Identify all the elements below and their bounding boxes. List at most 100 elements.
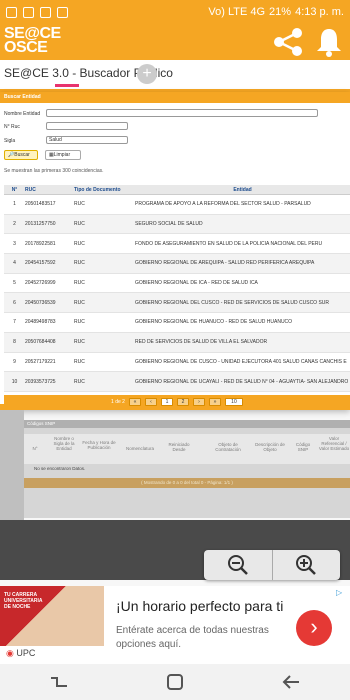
prev-page-button[interactable]: ‹ [144, 398, 157, 406]
ad-brand: ◉ UPC [6, 648, 35, 659]
table-row[interactable]: 4 20454157592 RUC GOBIERNO REGIONAL DE AREQ… [4, 254, 350, 274]
page-2-button[interactable]: 2 [176, 398, 189, 406]
row-tipo-doc: RUC [74, 280, 85, 287]
snip-section-title: Códigos SNIP [24, 420, 350, 428]
row-tipo-doc: RUC [74, 201, 85, 208]
seace-logo: SE@CE OSCE [4, 26, 61, 56]
zoom-controls [204, 550, 340, 580]
table-row[interactable]: 5 20452726999 RUC GOBIERNO REGIONAL DE ICA … [4, 274, 350, 294]
row-num: 3 [13, 240, 16, 247]
table-row[interactable]: 7 20489498783 RUC GOBIERNO REGIONAL DE HUAN… [4, 313, 350, 333]
row-entidad: GOBIERNO REGIONAL DE UCAYALI - RED DE SA… [135, 378, 349, 385]
no-data-text: No se encontraron Datos. [34, 466, 86, 471]
row-num: 9 [13, 358, 16, 365]
snip-col: Valor Referencial / Valor Estimado [318, 436, 350, 451]
row-entidad: SEGURO SOCIAL DE SALUD [135, 221, 203, 228]
clock: 4:13 p. m. [295, 6, 344, 18]
sigla-label: Sigla [4, 138, 16, 144]
last-page-button[interactable]: » [208, 398, 221, 406]
row-ruc: 20454157592 [25, 260, 56, 267]
snip-col: Descripción de Objeto [255, 442, 285, 452]
table-row[interactable]: 1 20501483517 RUC PROGRAMA DE APOYO A LA RE… [4, 195, 350, 215]
ad-brand-label: UPC [16, 648, 36, 658]
snip-col: Reiniciado Desde [168, 442, 190, 452]
notification-icon [23, 6, 34, 18]
share-icon[interactable] [272, 27, 304, 57]
row-ruc: 20501483517 [25, 201, 56, 208]
row-num: 1 [13, 201, 16, 208]
nombre-entidad-label: Nombre Entidad [4, 111, 41, 117]
snip-col: Fecha y Hora de Publicación [82, 440, 116, 450]
page-1-button[interactable]: 1 [160, 398, 173, 406]
zoom-out-icon [227, 555, 248, 575]
row-tipo-doc: RUC [74, 378, 85, 385]
add-tab-button[interactable]: + [137, 64, 157, 84]
row-entidad: GOBIERNO REGIONAL DE HUANUCO - RED DE SA… [135, 319, 293, 326]
row-ruc: 20527179221 [25, 358, 56, 365]
row-tipo-doc: RUC [74, 358, 85, 365]
snip-table-header: N° Nombre o Sigla de la Entidad Fecha y … [24, 434, 350, 464]
limpiar-label: Limpiar [53, 152, 71, 158]
table-header: N° RUC Tipo de Documento Entidad [4, 185, 350, 195]
results-count-text: Se muestran las primeras 300 coincidenci… [4, 168, 104, 174]
back-icon[interactable] [281, 674, 301, 690]
battery-level: 21% [269, 6, 292, 18]
android-nav-bar [0, 664, 350, 700]
table-row[interactable]: 2 20131257750 RUC SEGURO SOCIAL DE SALUD [4, 214, 350, 235]
notification-icon [40, 6, 51, 18]
sigla-input[interactable] [46, 136, 128, 144]
limpiar-button[interactable]: ▦Limpiar [45, 150, 81, 160]
row-ruc: 20450736539 [25, 299, 56, 306]
buscar-button[interactable]: 🔎Buscar [4, 150, 38, 160]
row-entidad: FONDO DE ASEGURAMIENTO EN SALUD DE LA PO… [135, 240, 323, 247]
bell-icon[interactable] [315, 27, 343, 57]
modal-title: Buscar Entidad [0, 92, 350, 103]
zoom-out-button[interactable] [204, 550, 273, 580]
recent-apps-icon[interactable] [49, 674, 69, 690]
row-entidad: PROGRAMA DE APOYO A LA REFORMA DEL SECTO… [135, 201, 311, 208]
search-form: Nombre Entidad N° Ruc Sigla 🔎Buscar ▦Lim… [0, 103, 350, 167]
snip-col: Objeto de Contratación [215, 442, 241, 452]
first-page-button[interactable]: « [128, 398, 141, 406]
ad-info-icon[interactable]: ▷ [336, 588, 342, 597]
row-tipo-doc: RUC [74, 240, 85, 247]
nombre-entidad-input[interactable] [46, 109, 318, 117]
row-entidad: RED DE SERVICIOS DE SALUD DE VILLA EL SA… [135, 339, 268, 346]
ad-image-text: TU CARRERA UNIVERSITARIA DE NOCHE [4, 592, 43, 610]
table-row[interactable]: 8 20507684408 RUC RED DE SERVICIOS DE SALUD… [4, 332, 350, 353]
ruc-input[interactable] [46, 122, 128, 130]
col-header-ruc: RUC [25, 186, 36, 193]
background-strip [0, 410, 24, 520]
col-header-num: N° [11, 186, 18, 193]
row-num: 8 [13, 339, 16, 346]
row-entidad: GOBIERNO REGIONAL DE CUSCO - UNIDAD EJEC… [135, 358, 347, 365]
table-row[interactable]: 6 20450736539 RUC GOBIERNO REGIONAL DEL CUS… [4, 293, 350, 314]
row-ruc: 20489498783 [25, 319, 56, 326]
home-icon[interactable] [166, 673, 184, 691]
tab-active-indicator [55, 84, 79, 87]
ad-banner[interactable]: TU CARRERA UNIVERSITARIA DE NOCHE ¡Un ho… [0, 586, 350, 664]
buscar-label: Buscar [14, 152, 30, 158]
next-page-button[interactable]: › [192, 398, 205, 406]
row-tipo-doc: RUC [74, 339, 85, 346]
notification-icon [57, 6, 68, 18]
status-bar: Vo) LTE 4G 21% 4:13 p. m. [0, 0, 350, 24]
row-entidad: GOBIERNO REGIONAL DEL CUSCO - RED DE SER… [135, 299, 330, 306]
network-indicator: Vo) LTE 4G [208, 6, 266, 18]
table-row[interactable]: 10 20393573725 RUC GOBIERNO REGIONAL DE UCA… [4, 372, 350, 392]
zoom-in-button[interactable] [273, 550, 341, 580]
row-num: 4 [13, 260, 16, 267]
row-ruc: 20452726999 [25, 280, 56, 287]
snip-col: N° [32, 446, 38, 451]
row-ruc: 20131257750 [25, 221, 56, 228]
buscar-entidad-modal: Buscar Entidad Nombre Entidad N° Ruc Sig… [0, 92, 350, 410]
row-entidad: GOBIERNO REGIONAL DE AREQUIPA - SALUD RE… [135, 260, 315, 267]
snip-col: Nomenclatura [125, 446, 154, 451]
ad-open-button[interactable]: › [296, 610, 332, 646]
page-size-select[interactable]: 10 [224, 398, 243, 406]
table-row[interactable]: 3 20178922581 RUC FONDO DE ASEGURAMIENTO EN… [4, 234, 350, 255]
row-num: 7 [13, 319, 16, 326]
table-row[interactable]: 9 20527179221 RUC GOBIERNO REGIONAL DE CUSC… [4, 353, 350, 373]
logo-line-2: OSCE [4, 39, 48, 56]
row-ruc: 20178922581 [25, 240, 56, 247]
